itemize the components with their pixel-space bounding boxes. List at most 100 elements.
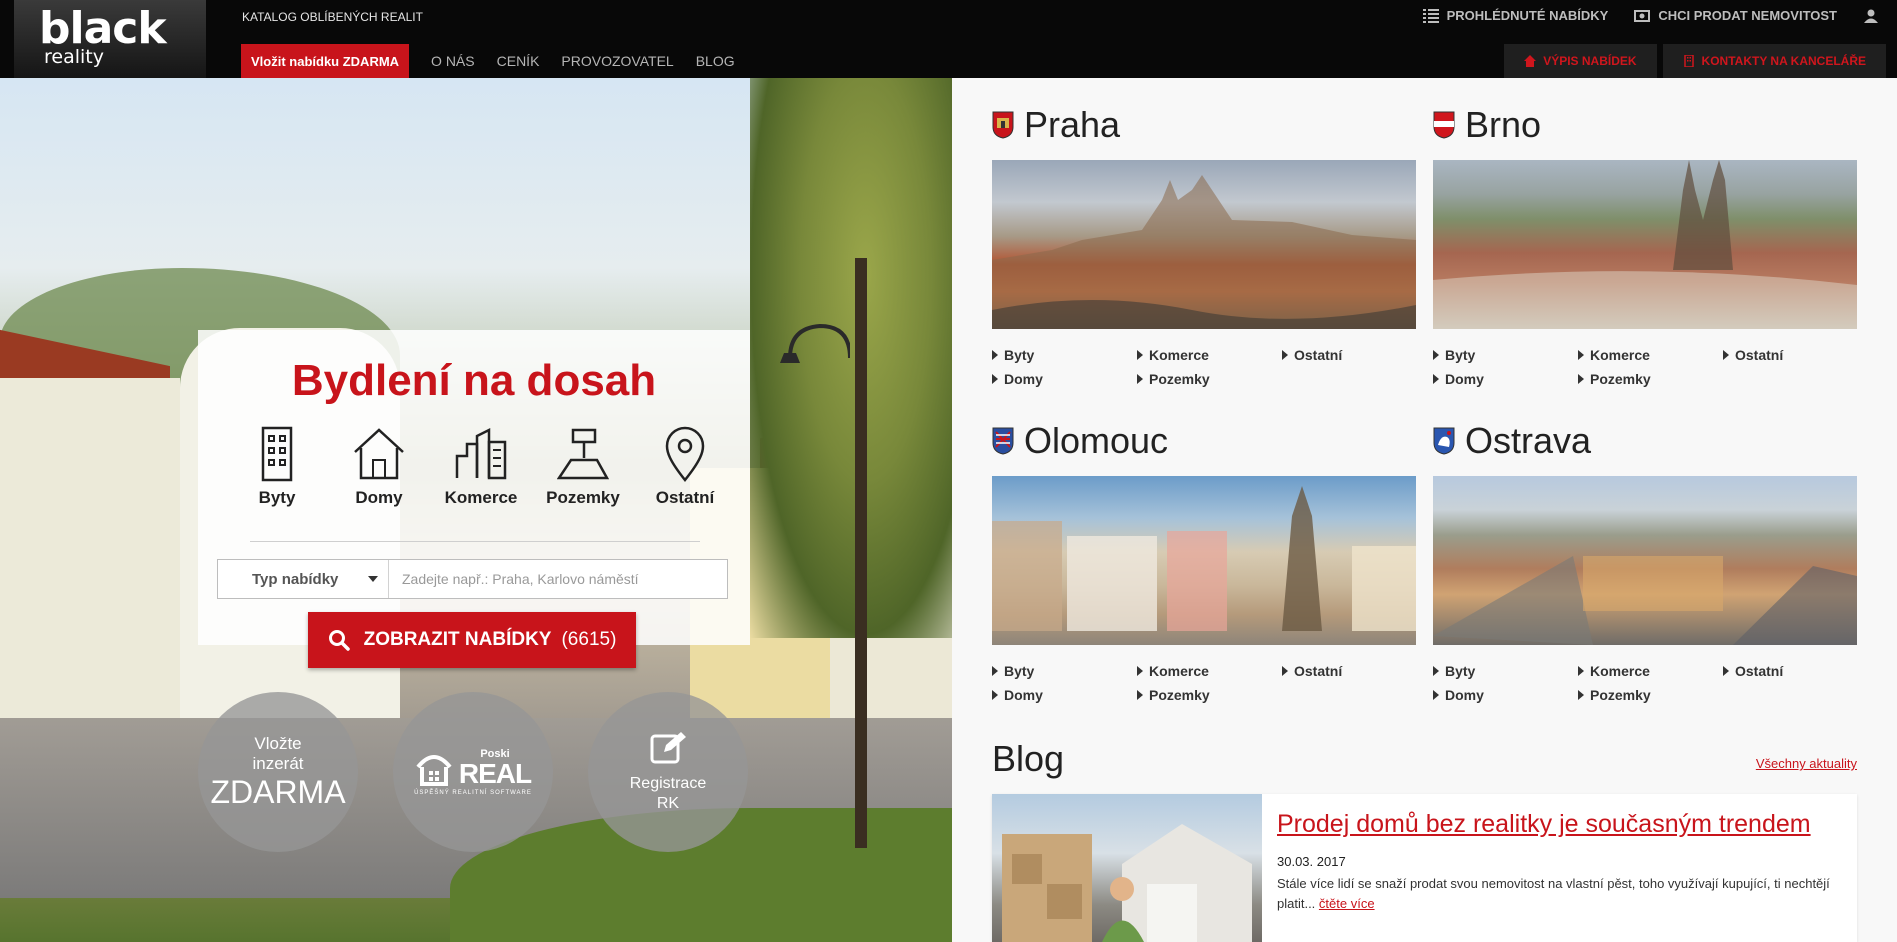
city-card-brno: Brno Byty Komerce Ostatní Domy Pozemky: [1433, 100, 1857, 387]
link-label: Byty: [1004, 347, 1035, 363]
offers-list-label: VÝPIS NABÍDEK: [1543, 54, 1637, 68]
link-domy[interactable]: Domy: [1433, 371, 1578, 387]
brno-skyline-shape: [1433, 160, 1857, 329]
poski-house-icon: [416, 755, 452, 786]
nav-blog[interactable]: BLOG: [696, 53, 735, 69]
link-komerce[interactable]: Komerce: [1578, 347, 1723, 363]
blog-post-date: 30.03. 2017: [1277, 854, 1346, 869]
register-agency-button[interactable]: Registrace RK: [588, 692, 748, 852]
olomouc-crest-icon: [992, 427, 1014, 455]
city-name[interactable]: Ostrava: [1465, 420, 1591, 462]
link-ostatni[interactable]: Ostatní: [1723, 663, 1857, 679]
office-contacts-label: KONTAKTY NA KANCELÁŘE: [1701, 54, 1866, 68]
land-icon: [557, 428, 609, 480]
link-domy[interactable]: Domy: [992, 687, 1137, 703]
link-domy[interactable]: Domy: [1433, 687, 1578, 703]
link-byty[interactable]: Byty: [1433, 663, 1578, 679]
link-ostatni[interactable]: Ostatní: [1282, 663, 1416, 679]
offers-list-button[interactable]: VÝPIS NABÍDEK: [1504, 44, 1657, 78]
link-label: Domy: [1004, 687, 1043, 703]
link-komerce[interactable]: Komerce: [1137, 347, 1282, 363]
sell-property-link[interactable]: CHCI PRODAT NEMOVITOST: [1634, 8, 1837, 23]
ostrava-photo[interactable]: [1433, 476, 1857, 645]
city-name[interactable]: Brno: [1465, 104, 1541, 146]
link-pozemky[interactable]: Pozemky: [1137, 687, 1282, 703]
link-label: Ostatní: [1735, 663, 1784, 679]
viewed-offers-link[interactable]: PROHLÉDNUTÉ NABÍDKY: [1422, 8, 1608, 23]
link-label: Domy: [1004, 371, 1043, 387]
city-links: Byty Komerce Ostatní Domy Pozemky: [992, 347, 1416, 387]
street-lamp-icon: [780, 323, 850, 363]
category-houses-label: Domy: [355, 488, 403, 507]
category-commercial[interactable]: Komerce: [430, 426, 532, 508]
hero-bg-lamp-post: [855, 258, 867, 848]
city-header: Praha: [992, 100, 1416, 150]
link-label: Pozemky: [1149, 371, 1210, 387]
link-komerce[interactable]: Komerce: [1137, 663, 1282, 679]
praha-photo[interactable]: [992, 160, 1416, 329]
insert-ad-line-3: ZDARMA: [210, 774, 346, 810]
show-offers-button[interactable]: ZOBRAZIT NABÍDKY (6615): [308, 612, 636, 668]
city-name[interactable]: Olomouc: [1024, 420, 1168, 462]
link-label: Komerce: [1590, 347, 1650, 363]
poski-wordmark: Poski REAL: [458, 748, 532, 789]
nav-pricing[interactable]: CENÍK: [497, 53, 540, 69]
logo[interactable]: black reality: [14, 0, 206, 78]
category-other[interactable]: Ostatní: [634, 426, 736, 508]
user-account-link[interactable]: [1863, 8, 1879, 23]
link-domy[interactable]: Domy: [992, 371, 1137, 387]
poski-big-text: REAL: [458, 757, 532, 789]
city-links: Byty Komerce Ostatní Domy Pozemky: [1433, 347, 1857, 387]
brno-photo[interactable]: [1433, 160, 1857, 329]
location-search-input[interactable]: [389, 560, 727, 598]
praha-crest-icon: [992, 111, 1014, 139]
search-divider: [250, 541, 700, 542]
caret-down-icon: [368, 576, 379, 582]
nav-about[interactable]: O NÁS: [431, 53, 475, 69]
office-contacts-button[interactable]: KONTAKTY NA KANCELÁŘE: [1662, 44, 1886, 78]
blog-post-image[interactable]: [992, 794, 1262, 942]
blog-post-card: Prodej domů bez realitky je současným tr…: [992, 794, 1857, 942]
all-news-link[interactable]: Všechny aktuality: [1756, 756, 1857, 771]
olomouc-photo[interactable]: [992, 476, 1416, 645]
link-komerce[interactable]: Komerce: [1578, 663, 1723, 679]
nav-operator[interactable]: PROVOZOVATEL: [561, 53, 673, 69]
arrow-right-icon: [1137, 690, 1143, 700]
category-apartments[interactable]: Byty: [226, 426, 328, 508]
nav-right-buttons: VÝPIS NABÍDEK KONTAKTY NA KANCELÁŘE: [1504, 44, 1886, 78]
offer-type-label: Typ nabídky: [252, 570, 339, 588]
link-label: Komerce: [1149, 663, 1209, 679]
poski-logo: Poski REAL: [415, 748, 532, 789]
offer-type-select[interactable]: Typ nabídky: [218, 560, 389, 598]
blog-post-title[interactable]: Prodej domů bez realitky je současným tr…: [1277, 810, 1811, 839]
link-label: Domy: [1445, 687, 1484, 703]
link-pozemky[interactable]: Pozemky: [1137, 371, 1282, 387]
city-card-ostrava: Ostrava Byty Komerce Ostatní Domy Pozemk…: [1433, 416, 1857, 703]
hero-section: Bydlení na dosah Byty Domy Komerce Pozem…: [0, 78, 952, 942]
link-byty[interactable]: Byty: [1433, 347, 1578, 363]
arrow-right-icon: [1578, 374, 1584, 384]
link-pozemky[interactable]: Pozemky: [1578, 687, 1723, 703]
city-card-olomouc: Olomouc Byty Komerce Ostatní Domy Pozemk…: [992, 416, 1416, 703]
arrow-right-icon: [1578, 350, 1584, 360]
add-offer-button[interactable]: Vložit nabídku ZDARMA: [241, 44, 410, 78]
link-label: Pozemky: [1149, 687, 1210, 703]
category-land[interactable]: Pozemky: [532, 426, 634, 508]
city-name[interactable]: Praha: [1024, 104, 1120, 146]
arrow-right-icon: [1433, 666, 1439, 676]
link-ostatni[interactable]: Ostatní: [1723, 347, 1857, 363]
insert-free-ad-button[interactable]: Vložte inzerát ZDARMA: [198, 692, 358, 852]
link-byty[interactable]: Byty: [992, 663, 1137, 679]
arrow-right-icon: [1578, 690, 1584, 700]
arrow-right-icon: [1282, 350, 1288, 360]
category-houses[interactable]: Domy: [328, 426, 430, 508]
catalog-tagline: KATALOG OBLÍBENÝCH REALIT: [242, 10, 423, 24]
commercial-icon: [455, 427, 507, 480]
link-pozemky[interactable]: Pozemky: [1578, 371, 1723, 387]
link-byty[interactable]: Byty: [992, 347, 1137, 363]
read-more-link[interactable]: čtěte více: [1319, 896, 1375, 911]
poski-real-button[interactable]: Poski REAL ÚSPĚŠNÝ REALITNÍ SOFTWARE: [393, 692, 553, 852]
arrow-right-icon: [1433, 690, 1439, 700]
link-ostatni[interactable]: Ostatní: [1282, 347, 1416, 363]
search-bar: Typ nabídky: [217, 559, 728, 599]
